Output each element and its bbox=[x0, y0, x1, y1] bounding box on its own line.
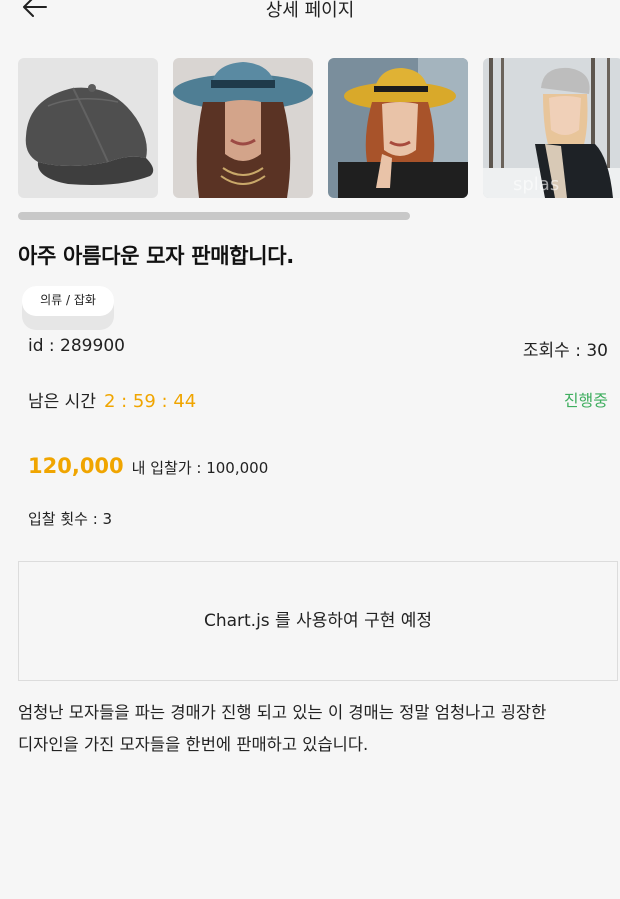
view-count: 조회수 : 30 bbox=[522, 341, 608, 361]
description-line: 엄청난 모자들을 파는 경매가 진행 되고 있는 이 경매는 정말 엄청나고 굉… bbox=[18, 703, 547, 722]
chart-placeholder: Chart.js 를 사용하여 구현 예정 bbox=[18, 561, 618, 681]
id-views-row: id : 289900 조회수 : 30 bbox=[28, 336, 608, 361]
gallery-scrollbar[interactable] bbox=[18, 212, 410, 220]
my-bid: 내 입찰가 : 100,000 bbox=[131, 459, 269, 477]
item-description: 엄청난 모자들을 파는 경매가 진행 되고 있는 이 경매는 정말 엄청나고 굉… bbox=[18, 697, 618, 761]
remaining-time-label: 남은 시간 bbox=[28, 392, 96, 412]
watermark-text: splas bbox=[513, 174, 559, 195]
image-gallery[interactable]: splas bbox=[18, 58, 620, 198]
page-title: 상세 페이지 bbox=[265, 0, 355, 21]
bid-count-row: 입찰 횟수 : 3 bbox=[28, 508, 608, 529]
item-id: id : 289900 bbox=[28, 336, 125, 356]
description-line: 디자인을 가진 모자들을 한번에 판매하고 있습니다. bbox=[18, 735, 369, 754]
current-price: 120,000 bbox=[28, 454, 124, 478]
status-badge: 진행중 bbox=[563, 391, 608, 410]
header: 상세 페이지 bbox=[0, 0, 620, 26]
category-chip[interactable]: 의류 / 잡화 bbox=[22, 286, 114, 330]
category-label: 의류 / 잡화 bbox=[22, 286, 114, 316]
chart-placeholder-text: Chart.js 를 사용하여 구현 예정 bbox=[203, 611, 433, 631]
gallery-image-yellow-hat[interactable] bbox=[328, 58, 468, 198]
gallery-image-beanie[interactable]: splas bbox=[483, 58, 620, 198]
bid-count: 입찰 횟수 : 3 bbox=[28, 510, 113, 528]
price-row: 120,000 내 입찰가 : 100,000 bbox=[28, 454, 608, 478]
timer-row: 남은 시간 2 : 59 : 44 진행중 bbox=[28, 387, 608, 412]
remaining-time-value: 2 : 59 : 44 bbox=[103, 391, 197, 412]
item-title: 아주 아름다운 모자 판매합니다. bbox=[18, 244, 294, 268]
detail-page: 상세 페이지 splas 아주 아름다운 모자 판매합니다. 의류 / 잡화 i… bbox=[0, 0, 620, 899]
gallery-image-blue-fedora[interactable] bbox=[173, 58, 313, 198]
gallery-image-cap[interactable] bbox=[18, 58, 158, 198]
